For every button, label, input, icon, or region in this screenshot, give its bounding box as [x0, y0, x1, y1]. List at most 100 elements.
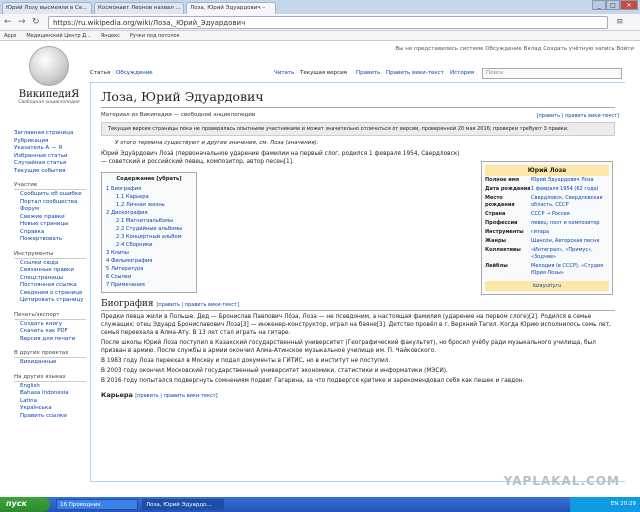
sidebar-item[interactable]: Спецстраницы [20, 275, 86, 283]
url-input[interactable]: https://ru.wikipedia.org/wiki/Лоза,_Юрий… [48, 16, 608, 29]
taskbar-item-browser[interactable]: Лоза, Юрий Эдуардо... [142, 499, 224, 510]
toc-item[interactable]: 2.3 Концертный альбом [106, 233, 192, 241]
sidebar-item[interactable]: Сведения о странице [20, 290, 86, 298]
bookmark-yandex[interactable]: Яндекс [101, 33, 120, 39]
minimize-button[interactable]: _ [592, 0, 606, 10]
sidebar-item[interactable]: Постоянная ссылка [20, 282, 86, 290]
toc-item[interactable]: 5 Литература [106, 265, 192, 273]
user-links[interactable]: Вы не представились системе Обсуждение В… [395, 46, 634, 52]
infobox-value[interactable]: Мелодия (в СССР), «Студия Юрия Лозы» [531, 263, 609, 277]
sidebar-item[interactable]: Случайная статья [14, 160, 86, 168]
infobox-value[interactable]: гитара [531, 229, 609, 236]
tab-article[interactable]: Статья [90, 70, 110, 76]
infobox-site-link[interactable]: lozayuriy.ru [485, 281, 609, 291]
infobox-value[interactable]: 1 февраля 1954 (62 года) [531, 186, 609, 193]
sidebar-item[interactable]: Рубрикация [14, 138, 86, 146]
sidebar-head-langs: На других языках [14, 373, 86, 382]
sidebar-item[interactable]: Форум [20, 206, 86, 214]
infobox-key: Дата рождения [485, 186, 531, 192]
browser-tab-2[interactable]: Космонавт Леонов назвал ... [94, 2, 184, 14]
toc-item[interactable]: 1 Биография [106, 185, 192, 193]
sidebar-item[interactable]: Цитировать страницу [20, 297, 86, 305]
sidebar-head-print: Печать/экспорт [14, 311, 86, 320]
section-edit-links[interactable]: [править | править вики-текст] [135, 393, 217, 399]
sidebar-item[interactable]: Свежие правки [20, 214, 86, 222]
globe-icon [29, 46, 69, 86]
menu-icon[interactable]: ≡ [616, 17, 624, 27]
toc-item[interactable]: 1.1 Карьера [106, 193, 192, 201]
tab-talk[interactable]: Обсуждение [116, 70, 153, 76]
infobox-key: Инструменты [485, 229, 524, 235]
infobox-value[interactable]: Шансон, Авторская песня [531, 238, 609, 245]
tab-edit-source[interactable]: Править вики-текст [386, 70, 444, 76]
logo-subtitle: Свободная энциклопедия [18, 100, 80, 105]
tab-current-version[interactable]: Текущая версия [300, 70, 347, 76]
forward-icon[interactable]: → [18, 17, 26, 27]
bio-paragraph: В 1983 году Лоза переехал в Москву и под… [101, 358, 391, 364]
infobox-value[interactable]: Свердловск, Свердловская область, СССР [531, 195, 609, 209]
toc-item[interactable]: 2.2 Студийные альбомы [106, 225, 192, 233]
sidebar-item[interactable]: Ссылки сюда [20, 260, 86, 268]
infobox-key: Жанры [485, 238, 507, 244]
sidebar-item[interactable]: Сообщить об ошибке [20, 191, 86, 199]
sidebar-lang-item[interactable]: Українська [20, 405, 86, 413]
sidebar-head-other: В других проектах [14, 349, 86, 358]
bookmark-medcenter[interactable]: Медицинский Центр Д... [26, 33, 90, 39]
browser-tab-3[interactable]: Лоза, Юрий Эдуардович – [186, 2, 276, 14]
sidebar-item[interactable]: Новые страницы [20, 221, 86, 229]
sidebar-item[interactable]: Пожертвовать [20, 236, 86, 244]
toc-item[interactable]: 7 Примечания [106, 281, 192, 289]
sidebar-item[interactable]: Указатель А — Я [14, 145, 86, 153]
tab-read[interactable]: Читать [274, 70, 294, 76]
close-window-button[interactable]: ✕ [620, 0, 638, 10]
section-edit-links[interactable]: [править | править вики-текст] [156, 302, 238, 308]
toc-heading[interactable]: Содержание [убрать] [106, 176, 192, 182]
start-button[interactable]: пуск [0, 497, 50, 512]
toc-item[interactable]: 1.2 Личная жизнь [106, 201, 192, 209]
toc-item[interactable]: 2.4 Сборники [106, 241, 192, 249]
infobox-value[interactable]: Юрий Эдуардович Лоза [531, 177, 609, 184]
edit-links[interactable]: [править | править вики-текст] [537, 113, 619, 119]
sidebar-lang-item[interactable]: English [20, 383, 86, 391]
sidebar-item[interactable]: Справка [20, 229, 86, 237]
sidebar-item[interactable]: Версия для печати [20, 336, 86, 344]
sidebar-lang-item[interactable]: Latina [20, 398, 86, 406]
toc-item[interactable]: 3 Клипы [106, 249, 192, 257]
sidebar-item[interactable]: Скачать как PDF [20, 328, 86, 336]
toc-item[interactable]: 2 Дискография [106, 209, 192, 217]
sidebar-item[interactable]: Викиданные [20, 359, 86, 367]
sidebar-item[interactable]: Связанные правки [20, 267, 86, 275]
infobox-key: Лейблы [485, 263, 508, 269]
sidebar-item[interactable]: Избранные статьи [14, 153, 86, 161]
sidebar-item[interactable]: Портал сообщества [20, 199, 86, 207]
bookmarks-bar: Apps Медицинский Центр Д... Яндекс Ручки… [0, 31, 640, 41]
watermark: YAPLAKAL.COM [503, 474, 620, 488]
taskbar-item-explorer[interactable]: 16 Проводник [56, 499, 138, 510]
maximize-button[interactable]: □ [606, 0, 620, 10]
tab-history[interactable]: История [450, 70, 474, 76]
infobox-value[interactable]: «Интеграл», «Примус», «Зодчие» [531, 247, 609, 261]
sidebar-item[interactable]: Заглавная страница [14, 130, 86, 138]
toc-item[interactable]: 2.1 Магнитоальбомы [106, 217, 192, 225]
infobox-value[interactable]: певец, поэт и композитор [531, 220, 609, 227]
sidebar-edit-langlinks[interactable]: Править ссылки [14, 413, 86, 421]
infobox-row: Страна СССР → Россия [485, 210, 609, 219]
wiki-logo[interactable]: ВикипедиЯ Свободная энциклопедия [14, 46, 84, 105]
infobox-value[interactable]: СССР → Россия [531, 211, 609, 218]
sidebar-item[interactable]: Текущие события [14, 168, 86, 176]
lead-paragraph: Ю́рий Эдуа́рдович Лоза́ (первоначальное … [101, 151, 460, 165]
back-icon[interactable]: ← [4, 17, 12, 27]
sidebar-lang-item[interactable]: Bahasa Indonesia [20, 390, 86, 398]
browser-tab-1[interactable]: Юрий Лозу высмеяли в Се... [2, 2, 92, 14]
infobox-row: Инструменты гитара [485, 228, 609, 237]
toc-item[interactable]: 6 Ссылки [106, 273, 192, 281]
infobox-row: Полное имя Юрий Эдуардович Лоза [485, 176, 609, 185]
bookmark-apps[interactable]: Apps [4, 33, 16, 39]
reload-icon[interactable]: ↻ [32, 17, 40, 27]
sidebar-item[interactable]: Создать книгу [20, 321, 86, 329]
bookmark-handles[interactable]: Ручки под потолок [130, 33, 180, 39]
search-input[interactable]: Поиск [482, 68, 622, 79]
lang-indicator[interactable]: EN [611, 501, 619, 507]
tab-edit[interactable]: Править [356, 70, 380, 76]
toc-item[interactable]: 4 Фильмография [106, 257, 192, 265]
